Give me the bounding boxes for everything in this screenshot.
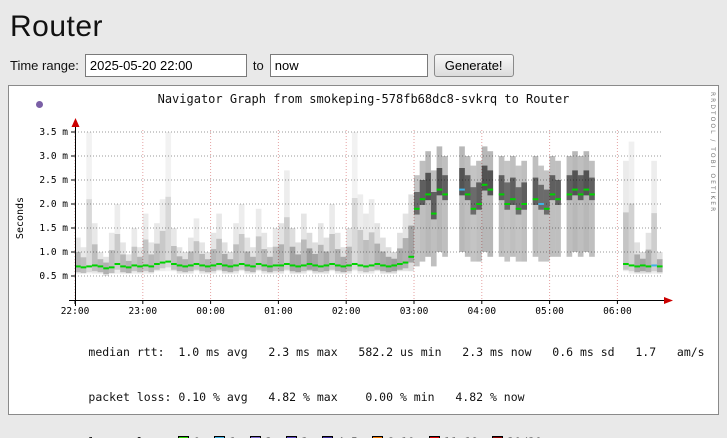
y-axis-label: Seconds — [15, 197, 26, 239]
median-rtt-row: median rtt: 1.0 ms avg 2.3 ms max 582.2 … — [33, 330, 718, 375]
svg-text:2.5 m: 2.5 m — [39, 175, 68, 186]
loss-color-row: loss color: 01234-56-1011-1920/20 — [33, 420, 718, 438]
svg-text:3.5 m: 3.5 m — [39, 127, 68, 138]
svg-text:23:00: 23:00 — [128, 306, 157, 317]
svg-text:0.5 m: 0.5 m — [39, 271, 68, 282]
svg-text:02:00: 02:00 — [332, 306, 361, 317]
svg-text:01:00: 01:00 — [264, 306, 293, 317]
time-range-end-input[interactable] — [270, 54, 428, 77]
smoke-layer — [75, 132, 663, 276]
median-rtt-text: median rtt: 1.0 ms avg 2.3 ms max 582.2 … — [88, 345, 704, 359]
page-title: Router — [10, 10, 727, 44]
time-range-form: Time range: to Generate! — [10, 54, 727, 77]
svg-text:03:00: 03:00 — [400, 306, 429, 317]
svg-text:06:00: 06:00 — [603, 306, 632, 317]
svg-text:00:00: 00:00 — [196, 306, 225, 317]
time-range-label: Time range: — [10, 58, 79, 73]
time-range-start-input[interactable] — [85, 54, 247, 77]
svg-text:1.0 m: 1.0 m — [39, 247, 68, 258]
svg-text:2.0 m: 2.0 m — [39, 199, 68, 210]
svg-text:22:00: 22:00 — [61, 306, 90, 317]
to-label: to — [253, 58, 264, 73]
graph-legend: median rtt: 1.0 ms avg 2.3 ms max 582.2 … — [9, 330, 718, 438]
svg-text:05:00: 05:00 — [535, 306, 564, 317]
svg-text:3.0 m: 3.0 m — [39, 151, 68, 162]
graph-panel: Navigator Graph from smokeping-578fb68dc… — [8, 85, 719, 415]
packet-loss-row: packet loss: 0.10 % avg 4.82 % max 0.00 … — [33, 375, 718, 420]
rrdtool-watermark: RRDTOOL / TOBI OETIKER — [709, 92, 716, 213]
generate-button[interactable]: Generate! — [434, 54, 514, 77]
target-marker-dot — [36, 101, 43, 108]
graph-title: Navigator Graph from smokeping-578fb68dc… — [9, 92, 718, 106]
packet-loss-text: packet loss: 0.10 % avg 4.82 % max 0.00 … — [88, 390, 524, 404]
svg-text:1.5 m: 1.5 m — [39, 223, 68, 234]
navigator-graph[interactable]: 0.5 m 1.0 m 1.5 m 2.0 m 2.5 m 3.0 m 3.5 m 22:00… — [11, 108, 711, 330]
svg-text:04:00: 04:00 — [467, 306, 496, 317]
smokeping-page: Router Time range: to Generate! Navigato… — [0, 0, 727, 438]
